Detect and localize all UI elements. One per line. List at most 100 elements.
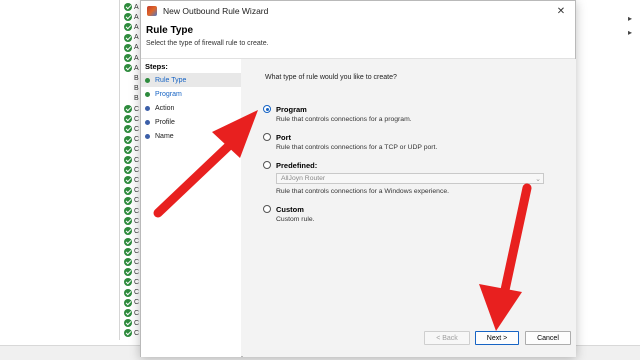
background-rule-row[interactable]: C [124,226,140,236]
background-rule-row[interactable]: A [124,63,140,73]
chevron-right-icon[interactable]: ▸ [628,14,632,23]
background-rule-row[interactable]: C [124,298,140,308]
enabled-check-icon [124,329,132,338]
enabled-check-icon [124,268,132,277]
enabled-check-icon [124,166,132,175]
enabled-check-icon [124,207,132,215]
rule-name-fragment: C [134,136,140,144]
background-rule-row[interactable]: A [124,43,140,53]
back-button[interactable]: < Back [424,331,470,345]
enabled-check-icon [124,217,132,226]
rule-name-fragment: A [134,64,139,72]
enabled-check-icon [124,156,132,164]
enabled-check-icon [124,54,132,62]
background-rule-row[interactable]: C [124,124,140,134]
step-action[interactable]: Action [141,101,241,115]
background-rule-row[interactable]: C [124,328,140,338]
rule-name-fragment: C [134,197,140,205]
background-rule-row[interactable]: C [124,288,140,298]
enabled-check-icon [124,115,132,124]
background-rule-row[interactable]: C [124,165,140,175]
step-profile[interactable]: Profile [141,115,241,129]
background-rule-list: AAAAAAABBBCCCCCCCCCCCCCCCCCCCCCCC [120,0,142,345]
predefined-radio[interactable] [263,161,271,169]
rule-name-fragment: C [134,166,140,174]
rule-name-fragment: C [134,309,140,317]
port-radio[interactable] [263,133,271,141]
background-rule-row[interactable]: C [124,175,140,185]
enabled-check-icon [124,237,132,246]
close-icon: ✕ [556,5,566,17]
rule-name-fragment: C [134,105,140,113]
background-rule-row[interactable]: A [124,53,140,63]
rule-name-fragment: C [134,125,140,133]
program-radio[interactable] [263,105,271,113]
background-rule-row[interactable]: C [124,135,140,145]
enabled-check-icon [124,135,132,144]
firewall-icon [147,6,157,16]
step-rule-type[interactable]: Rule Type [141,73,241,87]
background-rule-row[interactable]: C [124,206,140,216]
steps-pane: Steps: Rule Type Program Action Profile … [141,59,241,357]
background-rule-row[interactable]: A [124,22,140,32]
chevron-right-icon[interactable]: ▸ [628,28,632,37]
background-rule-row[interactable]: C [124,216,140,226]
background-rule-row[interactable]: C [124,308,140,318]
step-name[interactable]: Name [141,129,241,143]
background-rule-row[interactable]: C [124,237,140,247]
wizard-header: Rule Type Select the type of firewall ru… [141,21,575,59]
option-label: Custom [276,205,304,214]
close-button[interactable]: ✕ [547,1,575,21]
step-bullet-icon [145,105,150,111]
enabled-check-icon [124,13,132,22]
dialog-title: New Outbound Rule Wizard [163,6,269,16]
rule-name-fragment: C [134,329,140,337]
background-rule-row[interactable]: C [124,257,140,267]
rule-name-fragment: A [134,23,139,31]
predefined-select-value: AllJoyn Router [281,175,326,182]
background-rule-row[interactable]: A [124,2,140,12]
cancel-button[interactable]: Cancel [525,331,571,345]
step-label: Program [155,90,182,98]
rule-name-fragment: C [134,176,140,184]
background-rule-row[interactable]: C [124,277,140,287]
rule-name-fragment: B [134,95,139,103]
step-bullet-icon [145,91,150,97]
step-program[interactable]: Program [141,87,241,101]
background-rule-row[interactable]: B [124,84,140,94]
enabled-check-icon [124,186,132,195]
background-rule-row[interactable]: C [124,318,140,328]
rule-name-fragment: B [134,85,139,93]
option-description: Rule that controls connections for a Win… [276,188,450,195]
step-bullet-icon [145,133,150,139]
background-rule-row[interactable]: C [124,186,140,196]
background-rule-row[interactable]: C [124,114,140,124]
enabled-check-icon [124,64,132,73]
background-rule-row[interactable]: C [124,155,140,165]
rule-name-fragment: C [134,299,140,307]
background-rule-row[interactable]: C [124,247,140,257]
background-rule-row[interactable]: C [124,196,140,206]
next-button[interactable]: Next > [475,331,519,345]
chevron-down-icon: ⌄ [535,175,541,183]
option-description: Rule that controls connections for a pro… [276,116,412,123]
enabled-check-icon [124,298,132,307]
background-rule-row[interactable]: C [124,145,140,155]
rule-name-fragment: A [134,44,139,52]
rule-type-question: What type of rule would you like to crea… [265,74,397,81]
background-rule-row[interactable]: A [124,33,140,43]
rule-name-fragment: C [134,187,140,195]
enabled-check-icon [124,319,132,328]
background-rule-row[interactable]: A [124,12,140,22]
custom-radio[interactable] [263,205,271,213]
background-rule-row[interactable]: C [124,104,140,114]
rule-name-fragment: C [134,227,140,235]
background-rule-row[interactable]: B [124,73,140,83]
rule-name-fragment: A [134,34,139,42]
wizard-content: What type of rule would you like to crea… [243,59,576,357]
step-label: Rule Type [155,76,187,84]
title-bar[interactable]: New Outbound Rule Wizard ✕ [141,1,575,21]
predefined-select[interactable]: AllJoyn Router ⌄ [276,173,544,184]
background-rule-row[interactable]: C [124,267,140,277]
background-rule-row[interactable]: B [124,94,140,104]
